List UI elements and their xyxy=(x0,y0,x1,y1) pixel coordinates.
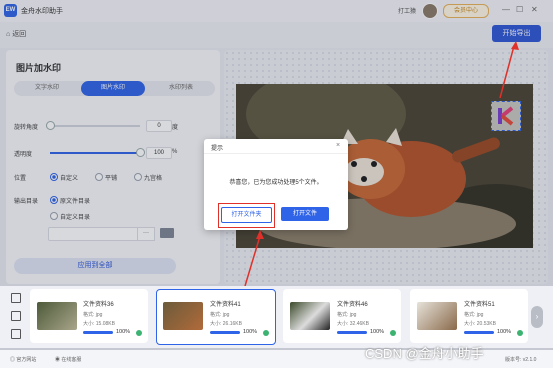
official-site-link[interactable]: ◎ 官方网站 xyxy=(10,356,36,363)
delete-icon[interactable] xyxy=(11,329,21,339)
file-thumbnail xyxy=(417,302,457,330)
progress-bar xyxy=(83,331,113,334)
scroll-right-button[interactable]: › xyxy=(531,306,543,328)
file-format: 格式: jpg xyxy=(464,312,484,318)
progress-bar xyxy=(210,331,240,334)
arrow-to-open-folder xyxy=(244,235,261,287)
arrow-to-export xyxy=(499,45,515,99)
file-thumbnail xyxy=(163,302,203,330)
arrowhead-open-folder xyxy=(256,230,264,239)
file-format: 格式: jpg xyxy=(337,312,357,318)
progress-text: 100% xyxy=(116,329,131,335)
add-file-icon[interactable] xyxy=(11,293,21,303)
file-name: 文件资料36 xyxy=(83,302,114,308)
file-name: 文件资料41 xyxy=(210,302,241,308)
file-format: 格式: jpg xyxy=(83,312,103,318)
progress-text: 100% xyxy=(243,329,258,335)
file-size: 大小: 32.46KB xyxy=(337,321,369,327)
check-icon xyxy=(390,330,396,336)
progress-text: 100% xyxy=(370,329,385,335)
progress-bar xyxy=(464,331,494,334)
version-text: 版本号: v2.1.0 xyxy=(505,357,537,363)
file-format: 格式: jpg xyxy=(210,312,230,318)
add-folder-icon[interactable] xyxy=(11,311,21,321)
check-icon xyxy=(517,330,523,336)
check-icon xyxy=(263,330,269,336)
file-size: 大小: 15.08KB xyxy=(83,321,115,327)
arrowhead-export xyxy=(511,41,519,50)
file-size: 大小: 26.16KB xyxy=(210,321,242,327)
online-service-link[interactable]: ◉ 在线客服 xyxy=(55,356,81,363)
file-name: 文件资料51 xyxy=(464,302,495,308)
file-thumbnail xyxy=(37,302,77,330)
file-thumbnail xyxy=(290,302,330,330)
check-icon xyxy=(136,330,142,336)
csdn-watermark: CSDN @金舟小助手 xyxy=(365,346,484,361)
file-name: 文件资料46 xyxy=(337,302,368,308)
file-size: 大小: 20.53KB xyxy=(464,321,496,327)
progress-bar xyxy=(337,331,367,334)
progress-text: 100% xyxy=(497,329,512,335)
